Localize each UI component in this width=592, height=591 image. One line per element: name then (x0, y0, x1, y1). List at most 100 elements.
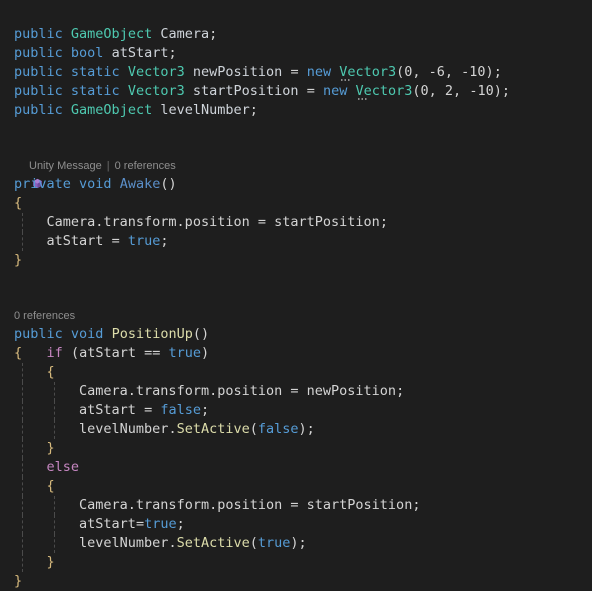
member-access-expression: Camera.transform.position (79, 497, 283, 513)
keyword-public: public (14, 102, 63, 118)
code-line[interactable]: } (0, 251, 592, 270)
open-paren: ( (249, 421, 258, 437)
code-line[interactable]: { (0, 363, 592, 382)
value-startposition: startPosition (274, 214, 380, 230)
identifier-atstart: atStart (79, 516, 136, 532)
codelens-positionup[interactable]: 0 references (0, 308, 592, 325)
codelens-references[interactable]: 0 references (115, 158, 176, 175)
keyword-public: public (14, 83, 63, 99)
semicolon: ; (201, 402, 210, 418)
constructor-arguments: (0, -6, -10) (396, 64, 494, 80)
code-line[interactable]: public static Vector3 startPosition = ne… (0, 82, 592, 101)
method-setactive: SetActive (176, 535, 250, 551)
code-line[interactable]: Camera.transform.position = startPositio… (0, 496, 592, 515)
keyword-void: void (79, 176, 112, 192)
code-line[interactable]: } (0, 439, 592, 458)
assign-operator: = (135, 516, 145, 532)
codelens-awake[interactable]: Unity Message | 0 references (0, 158, 592, 189)
keyword-private: private (14, 176, 71, 192)
codelens-references[interactable]: 0 references (14, 308, 75, 325)
code-line[interactable]: atStart = true; (0, 232, 592, 251)
assign-operator: = (111, 233, 120, 249)
keyword-public: public (14, 45, 63, 61)
semicolon: ; (249, 102, 258, 118)
code-line[interactable]: levelNumber.SetActive(true); (0, 534, 592, 553)
code-editor-surface[interactable]: public GameObject Camera; public bool at… (0, 0, 592, 589)
semicolon: ; (176, 516, 185, 532)
assign-operator: = (144, 402, 153, 418)
codelens-separator: | (106, 160, 110, 172)
semicolon: ; (168, 45, 177, 61)
code-line[interactable]: public void PositionUp() (0, 325, 592, 344)
semicolon: ; (209, 26, 218, 42)
code-line[interactable]: Camera.transform.position = startPositio… (0, 213, 592, 232)
field-name-newposition: newPosition (192, 64, 283, 80)
field-name-levelnumber: levelNumber (160, 102, 250, 118)
code-line[interactable]: Camera.transform.position = newPosition; (0, 382, 592, 401)
type-gameobject: GameObject (70, 102, 153, 118)
constructor-vector3[interactable]: Vector3 (356, 83, 413, 99)
else-close-brace: } (46, 554, 55, 570)
code-line[interactable]: } (0, 572, 592, 591)
semicolon: ; (306, 421, 315, 437)
open-brace: { (14, 195, 23, 211)
keyword-static: static (70, 64, 120, 80)
close-paren: ) (290, 535, 299, 551)
keyword-new: new (306, 64, 332, 80)
keyword-void: void (70, 326, 104, 342)
assign-operator: = (290, 497, 299, 513)
code-line[interactable]: public static Vector3 newPosition = new … (0, 63, 592, 82)
code-line[interactable]: { if (atStart == true) (0, 344, 592, 363)
code-line[interactable]: private void Awake() (0, 175, 592, 194)
code-line[interactable]: levelNumber.SetActive(false); (0, 420, 592, 439)
code-line[interactable]: public bool atStart; (0, 44, 592, 63)
constructor-vector3[interactable]: Vector3 (339, 64, 396, 80)
parameter-list: () (160, 176, 177, 192)
code-line[interactable]: public GameObject Camera; (0, 25, 592, 44)
field-name-atstart: atStart (111, 45, 169, 61)
semicolon: ; (379, 214, 388, 230)
code-line[interactable]: } (0, 553, 592, 572)
code-line[interactable]: public GameObject levelNumber; (0, 101, 592, 120)
method-name-positionup: PositionUp (111, 326, 193, 342)
unity-cube-icon (14, 161, 43, 189)
code-line[interactable]: { (0, 477, 592, 496)
code-line[interactable]: atStart=true; (0, 515, 592, 534)
code-line[interactable]: { (0, 194, 592, 213)
code-line[interactable]: else (0, 458, 592, 477)
keyword-else: else (46, 459, 80, 475)
semicolon: ; (396, 383, 405, 399)
type-vector3: Vector3 (127, 83, 185, 99)
code-line[interactable]: atStart = false; (0, 401, 592, 420)
keyword-public: public (14, 64, 63, 80)
method-setactive: SetActive (176, 421, 250, 437)
literal-true: true (127, 233, 161, 249)
codelens-label[interactable]: Unity Message (29, 158, 102, 175)
